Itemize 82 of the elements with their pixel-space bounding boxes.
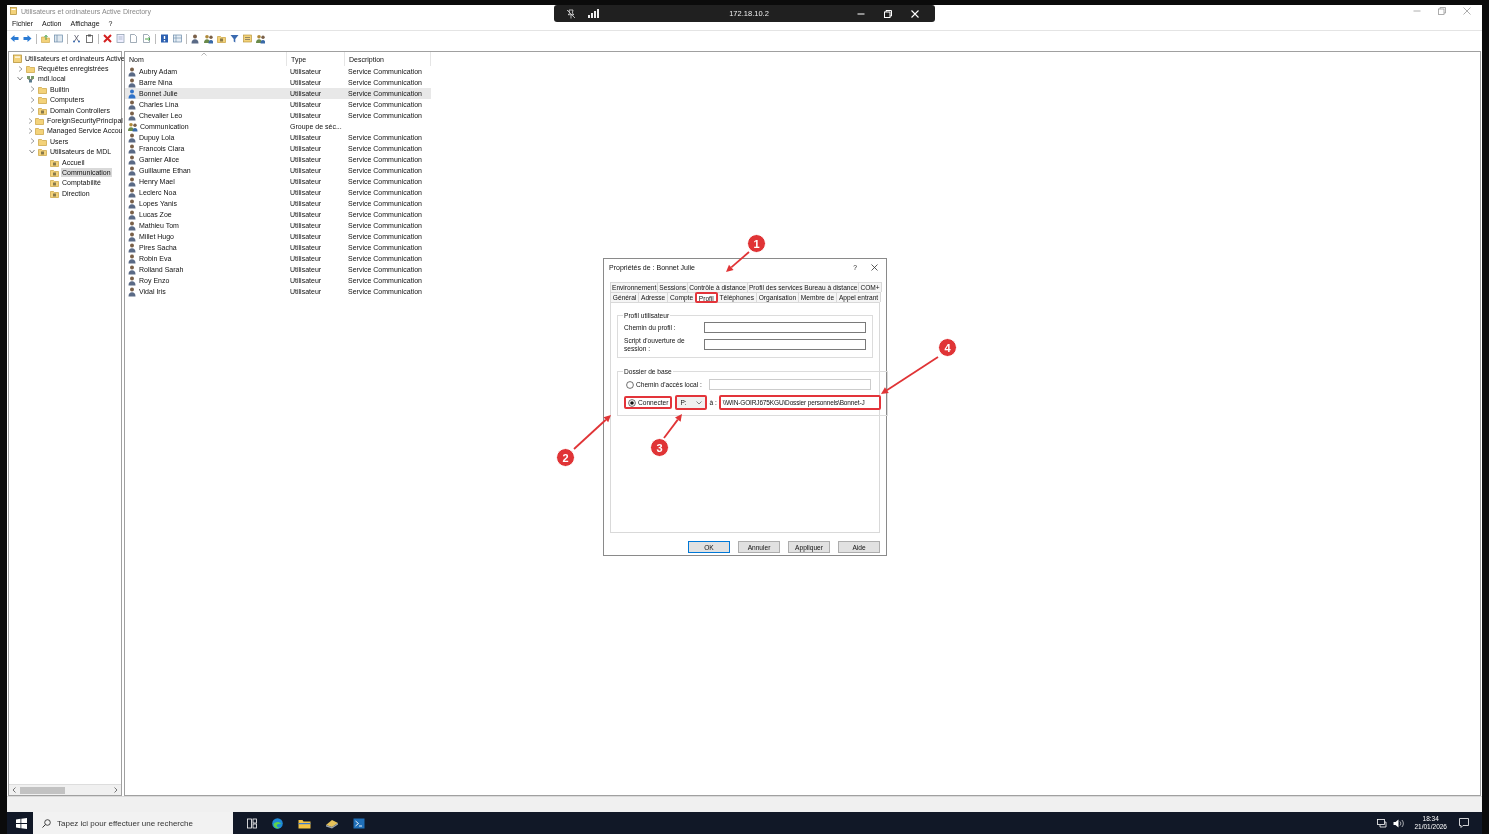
close-icon[interactable] <box>871 264 878 271</box>
user-icon <box>128 143 137 154</box>
clipboard-icon[interactable] <box>85 34 94 44</box>
chevron-right-icon[interactable] <box>29 138 35 145</box>
user-icon <box>128 77 137 88</box>
folder-icon <box>50 188 59 198</box>
user-icon <box>128 209 137 220</box>
folder-icon <box>38 105 47 115</box>
arrow <box>573 415 611 450</box>
user-icon <box>128 132 137 143</box>
scissors-icon[interactable] <box>72 34 81 44</box>
chevron-down-icon <box>696 400 703 405</box>
user-icon <box>128 198 137 209</box>
speaker-icon[interactable] <box>1393 818 1405 828</box>
input-field[interactable] <box>704 322 866 333</box>
forward-arrow-icon[interactable] <box>23 34 32 44</box>
user-icon <box>128 110 137 121</box>
folder-icon <box>50 157 59 167</box>
terminal-icon[interactable] <box>353 817 365 829</box>
delete-icon[interactable] <box>103 34 112 44</box>
scroll-left-icon[interactable] <box>12 787 16 793</box>
back-arrow-icon[interactable] <box>10 34 19 44</box>
users-icon[interactable] <box>204 34 213 44</box>
input-field[interactable] <box>708 379 871 390</box>
user-icon <box>128 154 137 165</box>
folder-icon <box>50 178 59 188</box>
folder-up-icon[interactable] <box>41 34 50 44</box>
user-icon <box>128 286 137 297</box>
user-icon <box>128 66 137 77</box>
users-icon[interactable] <box>256 34 265 44</box>
grid-icon[interactable] <box>173 34 182 44</box>
folder-icon <box>38 147 47 157</box>
user-icon <box>128 231 137 242</box>
chevron-right-icon[interactable] <box>17 65 23 72</box>
search-field[interactable]: Tapez ici pour effectuer une recherche <box>33 812 233 834</box>
user-icon <box>128 187 137 198</box>
browser-icon[interactable] <box>271 817 284 829</box>
user-icon <box>128 165 137 176</box>
chevron-right-icon[interactable] <box>28 127 33 134</box>
chevron-right-icon[interactable] <box>28 117 33 124</box>
chevron-right-icon[interactable] <box>29 86 35 93</box>
folder-icon[interactable] <box>298 817 311 829</box>
filter-icon[interactable] <box>230 34 239 44</box>
user-icon <box>128 220 137 231</box>
user-icon <box>128 275 137 286</box>
radio-button[interactable] <box>628 398 636 407</box>
user-icon <box>128 88 137 99</box>
arrow <box>663 414 682 439</box>
folder-icon <box>50 168 59 177</box>
chevron-down-icon[interactable] <box>17 76 23 82</box>
document-icon[interactable] <box>129 34 138 44</box>
user-icon[interactable] <box>191 34 200 44</box>
arrow <box>881 356 939 394</box>
scrollbar-thumb[interactable] <box>20 786 65 794</box>
scroll-right-icon[interactable] <box>114 787 118 793</box>
chevron-right-icon[interactable] <box>29 107 35 114</box>
task-view-icon[interactable] <box>247 817 257 829</box>
help-book-icon[interactable] <box>160 34 169 44</box>
user-icon <box>128 176 137 187</box>
domain-icon <box>26 74 35 84</box>
signal-bars-icon <box>588 9 601 18</box>
radio-button[interactable] <box>626 380 634 389</box>
user-icon <box>128 264 137 275</box>
user-icon <box>128 99 137 110</box>
chevron-down-icon[interactable] <box>29 149 35 155</box>
windows-logo-icon[interactable] <box>16 817 27 829</box>
user-icon <box>128 253 137 264</box>
app-icon[interactable] <box>325 817 339 829</box>
pin-off-icon[interactable] <box>566 8 576 19</box>
search-placeholder: Tapez ici pour effectuer une recherche <box>57 818 193 828</box>
notification-icon[interactable] <box>1459 818 1469 828</box>
export-icon[interactable] <box>142 34 151 44</box>
sheet-icon[interactable] <box>243 34 252 44</box>
restore-icon[interactable] <box>884 9 892 18</box>
arrow <box>726 251 750 272</box>
panel-icon[interactable] <box>54 34 63 44</box>
network-icon[interactable] <box>1377 818 1389 828</box>
input-field[interactable] <box>704 339 866 350</box>
chevron-right-icon[interactable] <box>29 96 35 103</box>
search-icon <box>42 818 51 828</box>
group-icon <box>128 121 138 132</box>
user-icon <box>128 242 137 253</box>
